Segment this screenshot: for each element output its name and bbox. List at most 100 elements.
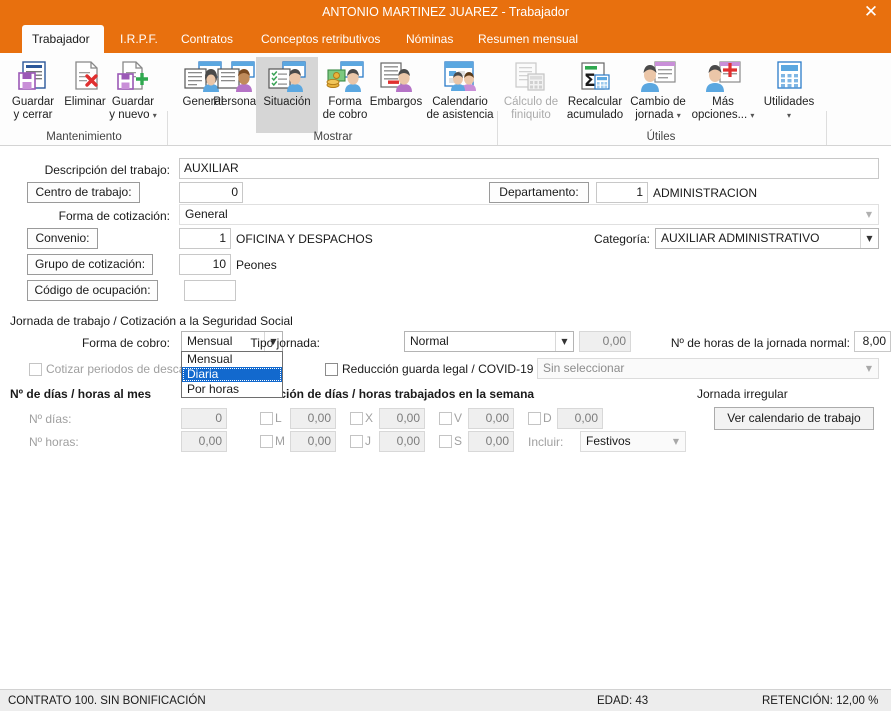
chevron-down-icon[interactable]: ▾	[677, 111, 681, 120]
convenio-button[interactable]: Convenio:	[27, 228, 98, 249]
tab-strip: Trabajador I.R.P.F. Contratos Conceptos …	[0, 25, 891, 53]
recalcular-acumulado-label: Recalcular acumulado	[566, 96, 624, 121]
checkbox-box[interactable]	[325, 363, 338, 376]
centro-trabajo-input[interactable]: 0	[179, 182, 243, 203]
sigma-recalc-icon: Σ	[564, 60, 626, 94]
forma-cotizacion-label: Forma de cotización:	[58, 209, 170, 223]
tab-nominas[interactable]: Nóminas	[396, 25, 463, 53]
calculator-icon	[758, 60, 820, 94]
tipo-jornada-label: Tipo jornada:	[250, 336, 320, 350]
dropdown-option-por-horas[interactable]: Por horas	[182, 382, 282, 397]
num-horas-label: Nº horas:	[29, 435, 79, 449]
dropdown-option-mensual[interactable]: Mensual	[182, 352, 282, 367]
situacion-label: Situación	[263, 96, 311, 108]
dias-mes-section-title: Nº de días / horas al mes	[10, 387, 152, 401]
tab-irpf[interactable]: I.R.P.F.	[110, 25, 168, 53]
mas-opciones-label: Más opciones... ▾	[691, 96, 755, 121]
calculo-finiquito-label: Cálculo de finiquito	[503, 96, 559, 121]
weekday-label-x: X	[365, 411, 374, 425]
incluir-value: Festivos	[586, 434, 631, 448]
chevron-down-icon[interactable]: ▼	[860, 205, 878, 224]
tab-resumen-mensual[interactable]: Resumen mensual	[468, 25, 588, 53]
person-shift-icon	[628, 60, 688, 94]
jornada-irregular-title: Jornada irregular	[697, 387, 788, 401]
num-dias-input: 0	[181, 408, 227, 429]
departamento-input[interactable]: 1	[596, 182, 648, 203]
close-icon[interactable]: ✕	[859, 0, 883, 24]
application-window: ANTONIO MARTINEZ JUAREZ - Trabajador ✕ T…	[0, 0, 891, 711]
forma-cotizacion-select[interactable]: General ▼	[179, 204, 879, 225]
status-retencion: RETENCIÓN: 12,00 %	[762, 695, 879, 707]
cambio-jornada-button[interactable]: Cambio de jornada ▾	[628, 57, 688, 133]
reduccion-select[interactable]: Sin seleccionar ▼	[537, 358, 879, 379]
categoria-label: Categoría:	[593, 232, 650, 246]
save-and-new-button[interactable]: Guardar y nuevo ▾	[102, 57, 164, 133]
weekday-label-s: S	[454, 434, 463, 448]
forma-cotizacion-value: General	[185, 207, 228, 221]
convenio-input[interactable]: 1	[179, 228, 231, 249]
chevron-down-icon[interactable]: ▼	[555, 332, 573, 351]
utilidades-button[interactable]: Utilidades ▾	[758, 57, 820, 133]
weekday-value-s: 0,00	[468, 431, 514, 452]
calendario-asistencia-button[interactable]: Calendario de asistencia	[424, 57, 496, 133]
chevron-down-icon[interactable]: ▼	[860, 229, 878, 248]
weekday-label-d: D	[543, 411, 552, 425]
semana-section-title: Definición de días / horas trabajados en…	[246, 387, 535, 401]
tipo-jornada-select[interactable]: Normal ▼	[404, 331, 574, 352]
reduccion-select-value: Sin seleccionar	[543, 361, 625, 375]
situacion-button[interactable]: Situación	[256, 57, 318, 133]
weekday-value-j: 0,00	[379, 431, 425, 452]
centro-trabajo-button[interactable]: Centro de trabajo:	[27, 182, 140, 203]
grupo-cotizacion-input[interactable]: 10	[179, 254, 231, 275]
codigo-ocupacion-input[interactable]	[184, 280, 236, 301]
tab-trabajador[interactable]: Trabajador	[22, 25, 104, 53]
utilidades-label: Utilidades ▾	[763, 96, 815, 120]
save-and-close-label: Guardar y cerrar	[11, 96, 55, 121]
jornada-section-title: Jornada de trabajo / Cotización a la Seg…	[10, 314, 293, 328]
ver-calendario-trabajo-button[interactable]: Ver calendario de trabajo	[714, 407, 874, 430]
descripcion-input[interactable]: AUXILIAR	[179, 158, 879, 179]
dropdown-option-diaria[interactable]: Diaria	[182, 367, 282, 382]
checkbox-box[interactable]	[439, 435, 452, 448]
chevron-down-icon[interactable]: ▾	[153, 111, 157, 120]
tab-conceptos-retributivos[interactable]: Conceptos retributivos	[251, 25, 390, 53]
checkbox-box[interactable]	[528, 412, 541, 425]
weekday-value-m: 0,00	[290, 431, 336, 452]
save-and-close-button[interactable]: Guardar y cerrar	[4, 57, 62, 133]
chevron-down-icon[interactable]: ▾	[787, 111, 791, 120]
calendario-asistencia-label: Calendario de asistencia	[426, 96, 494, 121]
descripcion-label: Descripción del trabajo:	[44, 163, 170, 177]
person-seizure-icon	[366, 60, 426, 94]
forma-de-cobro-button[interactable]: Forma de cobro	[318, 57, 372, 133]
checkbox-box[interactable]	[439, 412, 452, 425]
tab-contratos[interactable]: Contratos	[171, 25, 243, 53]
grupo-cotizacion-text: Peones	[236, 258, 277, 272]
weekday-value-d: 0,00	[557, 408, 603, 429]
ribbon-group-mantenimiento: Mantenimiento	[46, 131, 122, 143]
codigo-ocupacion-button[interactable]: Código de ocupación:	[27, 280, 158, 301]
grupo-cotizacion-button[interactable]: Grupo de cotización:	[27, 254, 153, 275]
reduccion-guarda-legal-label: Reducción guarda legal / COVID-19	[342, 362, 534, 376]
departamento-button[interactable]: Departamento:	[489, 182, 589, 203]
incluir-select[interactable]: Festivos ▼	[580, 431, 686, 452]
checkbox-box[interactable]	[260, 435, 273, 448]
status-contrato: CONTRATO 100. SIN BONIFICACIÓN	[8, 695, 206, 707]
recalcular-acumulado-button[interactable]: Σ Recalcular acumulado	[564, 57, 626, 133]
title-bar: ANTONIO MARTINEZ JUAREZ - Trabajador ✕	[0, 0, 891, 25]
ribbon-group-utiles: Útiles	[646, 131, 676, 143]
checkbox-box[interactable]	[350, 412, 363, 425]
forma-cobro-dropdown-popup[interactable]: Mensual Diaria Por horas	[181, 351, 283, 398]
horas-jornada-normal-input[interactable]: 8,00	[854, 331, 891, 352]
forma-de-cobro-label: Forma de cobro	[322, 96, 368, 121]
mas-opciones-button[interactable]: Más opciones... ▾	[690, 57, 756, 133]
embargos-button[interactable]: Embargos	[366, 57, 426, 133]
categoria-select[interactable]: AUXILIAR ADMINISTRATIVO ▼	[655, 228, 879, 249]
checkbox-box[interactable]	[350, 435, 363, 448]
person-plus-icon	[690, 60, 756, 94]
checkbox-box[interactable]	[260, 412, 273, 425]
chevron-down-icon[interactable]: ▼	[860, 359, 878, 378]
chevron-down-icon[interactable]: ▾	[750, 111, 754, 120]
chevron-down-icon[interactable]: ▼	[667, 432, 685, 451]
person-payment-icon	[318, 60, 372, 94]
weekday-value-l: 0,00	[290, 408, 336, 429]
